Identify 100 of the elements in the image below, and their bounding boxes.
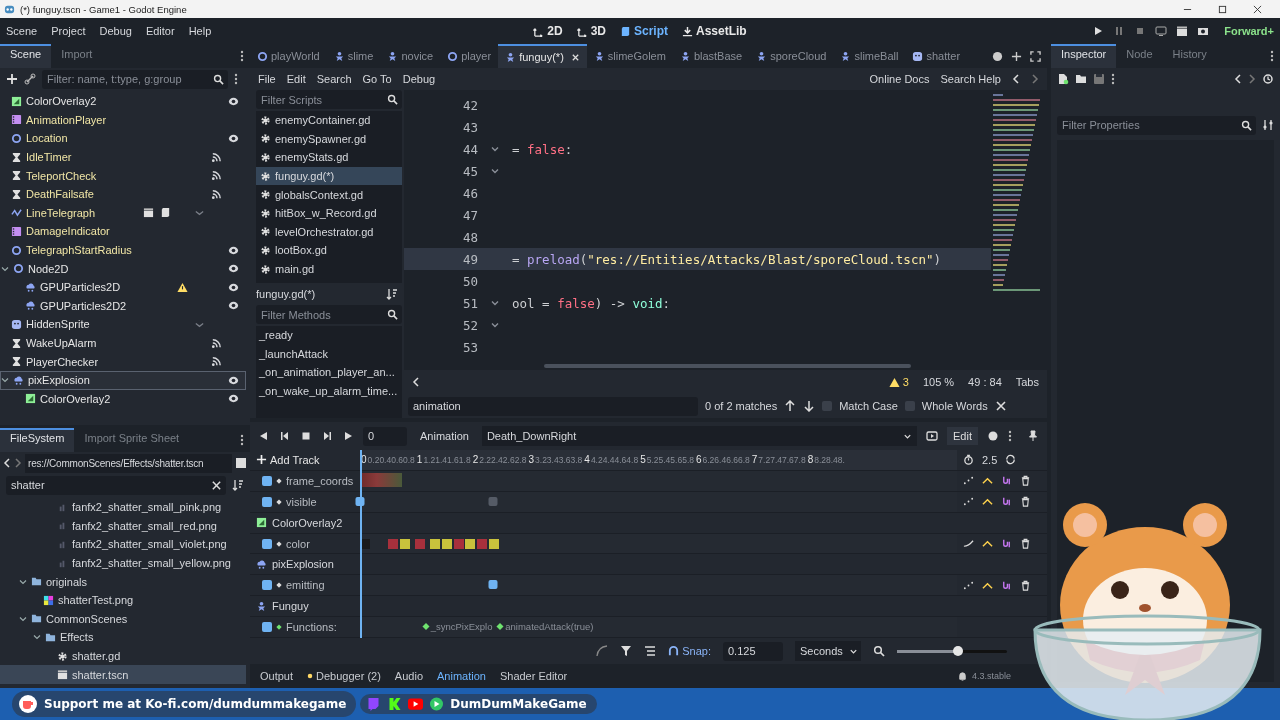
scrollbar[interactable] xyxy=(544,364,911,368)
eye-icon[interactable] xyxy=(228,263,239,275)
file-tree-item[interactable]: fanfx2_shatter_small_yellow.png xyxy=(0,553,246,573)
document-tab[interactable]: playWorld xyxy=(250,44,327,68)
track-checkbox[interactable] xyxy=(262,496,272,507)
trash-icon[interactable] xyxy=(1020,579,1031,591)
track-checkbox[interactable] xyxy=(262,538,272,549)
menu-item[interactable]: Go To xyxy=(362,73,392,85)
eye-icon[interactable] xyxy=(228,281,239,293)
signal-icon[interactable] xyxy=(211,170,222,182)
scene-tree-item[interactable]: AnimationPlayer xyxy=(0,110,246,130)
find-field[interactable]: animation xyxy=(408,396,698,416)
zoom-level[interactable]: 105 % xyxy=(922,376,955,388)
dock-tab[interactable]: FileSystem xyxy=(0,428,75,452)
document-tab[interactable]: funguy(*) xyxy=(498,44,587,68)
signal-icon[interactable] xyxy=(211,356,222,368)
script-list-item[interactable]: hitBox_w_Record.gd xyxy=(256,203,402,223)
dots-icon[interactable] xyxy=(963,475,974,487)
forward-icon[interactable] xyxy=(1031,73,1039,85)
dots-icon[interactable] xyxy=(963,496,974,508)
expand-caret-icon[interactable] xyxy=(1,376,9,385)
forward-icon[interactable] xyxy=(1248,73,1256,85)
document-tab[interactable]: slimeBall xyxy=(833,44,906,68)
method-keyframe[interactable] xyxy=(496,623,504,631)
loop-wrap-icon[interactable] xyxy=(1001,475,1012,487)
dock-tab[interactable]: Node xyxy=(1116,44,1163,68)
stop-icon[interactable] xyxy=(300,430,312,442)
more-options-icon[interactable] xyxy=(240,434,244,446)
method-keyframe[interactable] xyxy=(422,623,430,631)
interpolation-icon[interactable] xyxy=(982,538,993,549)
file-tree-item[interactable]: shatter.gd xyxy=(0,646,246,666)
pin-icon[interactable] xyxy=(1027,430,1039,442)
color-keyframe[interactable] xyxy=(477,538,488,549)
expand-caret-icon[interactable] xyxy=(33,633,41,642)
color-keyframe[interactable] xyxy=(399,538,410,549)
document-tab[interactable]: slime xyxy=(326,44,381,68)
workspace-tab[interactable]: 2D xyxy=(529,22,567,40)
movie-icon[interactable] xyxy=(1197,25,1210,37)
method-list-item[interactable]: _launchAttack xyxy=(256,344,402,364)
play-from-start-icon[interactable] xyxy=(321,430,333,442)
menu-item[interactable]: Debug xyxy=(99,25,132,37)
more-options-icon[interactable] xyxy=(1008,430,1012,442)
script-list-item[interactable]: globalsContext.gd xyxy=(256,185,402,204)
clear-icon[interactable] xyxy=(211,479,222,491)
play-backwards-from-end-icon[interactable] xyxy=(279,430,291,442)
color-keyframe[interactable] xyxy=(387,538,398,549)
new-resource-icon[interactable] xyxy=(1057,73,1069,85)
scene-tree-item[interactable]: TeleportCheck xyxy=(0,166,246,185)
warning-icon[interactable] xyxy=(177,281,188,293)
scene-tree-item[interactable]: IdleTimer xyxy=(0,147,246,167)
curve-icon[interactable] xyxy=(963,538,974,549)
document-tab[interactable]: sporeCloud xyxy=(749,44,834,68)
document-tab[interactable]: shatter xyxy=(905,44,968,68)
support-banner[interactable]: Support me at Ko-fi.com/dumdummakegame xyxy=(12,691,357,717)
version-label[interactable]: 4.3.stable xyxy=(956,670,1011,682)
color-keyframe[interactable] xyxy=(465,538,476,549)
track-checkbox[interactable] xyxy=(262,580,272,591)
color-keyframe[interactable] xyxy=(441,538,452,549)
filter-field[interactable]: Filter Methods xyxy=(256,305,402,324)
script-list-item[interactable]: lootBox.gd xyxy=(256,241,402,260)
loop-icon[interactable] xyxy=(1005,454,1017,466)
interpolation-icon[interactable] xyxy=(982,475,993,487)
trash-icon[interactable] xyxy=(1020,475,1031,487)
loop-wrap-icon[interactable] xyxy=(1001,538,1012,549)
eye-icon[interactable] xyxy=(228,133,239,144)
close-icon[interactable] xyxy=(1253,4,1262,14)
scene-tree-item[interactable]: ColorOverlay2 xyxy=(0,92,246,111)
scene-tree-item[interactable]: GPUParticles2D xyxy=(0,277,246,297)
filter-field[interactable]: Filter Scripts xyxy=(256,90,402,109)
dock-tab[interactable]: History xyxy=(1162,44,1217,68)
file-tree-item[interactable]: shatterTest.png xyxy=(0,590,246,610)
maximize-icon[interactable] xyxy=(1218,4,1227,14)
script-list-item[interactable]: enemyStats.gd xyxy=(256,148,402,167)
dock-tab[interactable]: Import Sprite Sheet xyxy=(74,428,190,452)
file-tree-item[interactable]: fanfx2_shatter_small_pink.png xyxy=(0,498,246,517)
path-field[interactable]: res://CommonScenes/Effects/shatter.tscn xyxy=(25,453,232,473)
track-name[interactable]: Functions: xyxy=(286,621,337,634)
remote-debug-icon[interactable] xyxy=(1155,25,1168,37)
script-list-item[interactable]: enemySpawner.gd xyxy=(256,129,402,149)
checkbox[interactable] xyxy=(822,401,833,411)
back-icon[interactable] xyxy=(3,457,11,469)
scene-tree-item[interactable]: GPUParticles2D2 xyxy=(0,296,246,316)
forward-icon[interactable] xyxy=(14,457,22,469)
warning-count[interactable]: 3 xyxy=(888,376,909,388)
scene-tree-item[interactable]: pixExplosion xyxy=(0,370,246,390)
sprite-frame-keyframe[interactable] xyxy=(360,472,402,487)
file-tree-item[interactable]: fanfx2_shatter_small_red.png xyxy=(0,516,246,536)
clapperboard-icon[interactable] xyxy=(143,207,154,219)
menu-item[interactable]: Project xyxy=(51,25,86,37)
dock-tab[interactable]: Import xyxy=(51,44,103,68)
track-name[interactable]: frame_coords xyxy=(286,474,354,487)
menu-item[interactable]: Help xyxy=(188,25,212,37)
arrow-down-icon[interactable] xyxy=(803,400,816,412)
expand-caret-icon[interactable] xyxy=(19,614,27,623)
back-icon[interactable] xyxy=(1012,73,1020,85)
menu-item[interactable]: Debug xyxy=(402,73,436,85)
scene-tree-item[interactable]: DamageIndicator xyxy=(0,222,246,241)
color-keyframe[interactable] xyxy=(453,538,464,549)
back-icon[interactable] xyxy=(1234,73,1242,85)
checkbox[interactable] xyxy=(904,401,915,411)
